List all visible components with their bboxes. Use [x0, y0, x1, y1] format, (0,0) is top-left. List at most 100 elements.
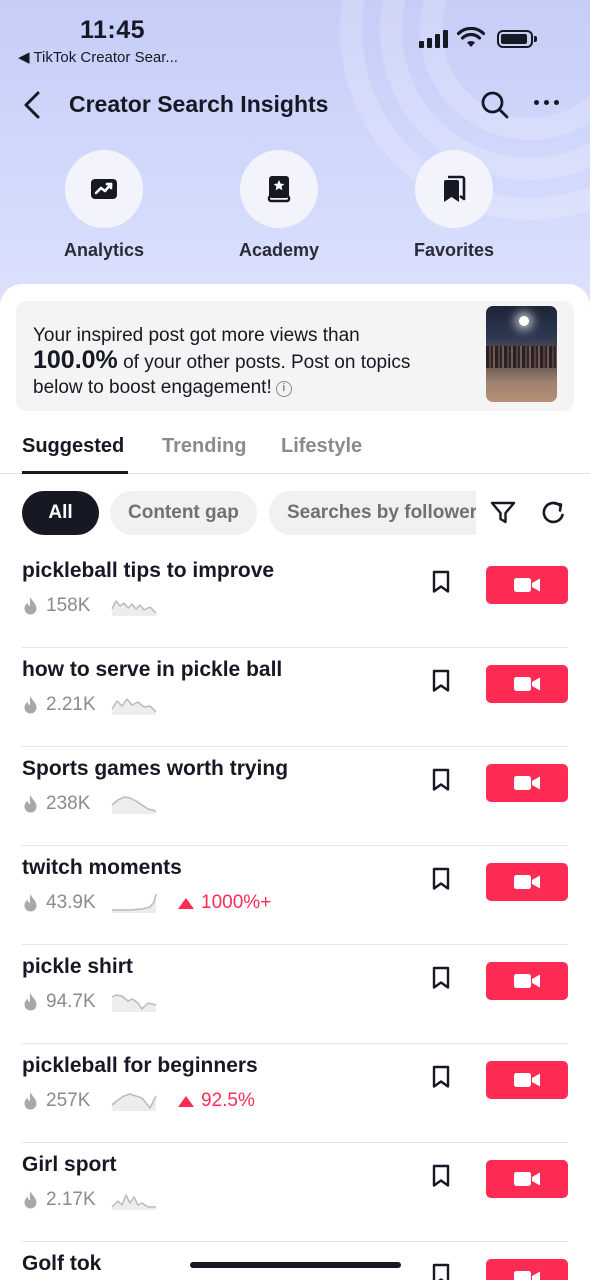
trend-sparkline	[112, 893, 157, 913]
up-triangle-icon	[178, 1095, 194, 1107]
flame-icon	[24, 1092, 37, 1110]
chip-all[interactable]: All	[22, 491, 99, 535]
trend-sparkline	[111, 1093, 157, 1111]
video-camera-icon	[514, 974, 540, 988]
search-volume: 238K	[46, 793, 91, 814]
topic-row[interactable]: Girl sport 2.17K	[0, 1143, 590, 1242]
bookmark-icon[interactable]	[431, 867, 451, 891]
tab-bar: Suggested Trending Lifestyle	[0, 429, 590, 474]
flame-icon	[24, 795, 37, 813]
tab-suggested[interactable]: Suggested	[22, 435, 124, 458]
video-camera-icon	[514, 578, 540, 592]
academy-shortcut[interactable]: Academy	[209, 150, 349, 261]
bookmark-icon[interactable]	[431, 966, 451, 990]
topic-row[interactable]: pickleball tips to improve 158K	[0, 549, 590, 648]
bookmark-icon[interactable]	[431, 1065, 451, 1089]
academy-label: Academy	[238, 240, 320, 260]
flame-icon	[24, 894, 37, 912]
chip-content-gap[interactable]: Content gap	[110, 491, 257, 535]
topic-meta: 158K	[22, 594, 160, 618]
insight-banner[interactable]: Your inspired post got more views than 1…	[16, 301, 574, 411]
growth-badge: 1000%+	[178, 892, 271, 914]
tab-lifestyle[interactable]: Lifestyle	[281, 435, 362, 458]
bookmark-icon[interactable]	[431, 1164, 451, 1188]
chevron-left-icon[interactable]	[20, 90, 44, 120]
search-volume: 2.17K	[46, 1189, 96, 1210]
create-video-button[interactable]	[486, 764, 568, 802]
topic-title: Golf tok	[22, 1252, 102, 1275]
search-volume: 257K	[46, 1090, 91, 1111]
more-icon[interactable]	[534, 100, 559, 105]
search-volume: 2.21K	[46, 694, 96, 715]
analytics-label: Analytics	[63, 240, 145, 260]
bookmarks-icon	[444, 175, 466, 202]
topic-meta: 2.21K	[22, 693, 160, 717]
back-to-app-link[interactable]: ◀ TikTok Creator Sear...	[18, 48, 178, 66]
video-camera-icon	[514, 1271, 540, 1280]
search-icon[interactable]	[480, 90, 510, 120]
favorites-label: Favorites	[413, 240, 495, 260]
create-video-button[interactable]	[486, 863, 568, 901]
topic-title: pickleball tips to improve	[22, 559, 275, 582]
video-camera-icon	[514, 1172, 540, 1186]
home-indicator[interactable]	[190, 1262, 401, 1268]
chip-searches-by-followers[interactable]: Searches by followers	[269, 491, 476, 535]
topic-row[interactable]: Sports games worth trying 238K	[0, 747, 590, 846]
topic-title: pickle shirt	[22, 955, 133, 978]
search-volume: 94.7K	[46, 991, 96, 1012]
growth-value: 92.5%	[201, 1090, 255, 1111]
content-sheet: Your inspired post got more views than 1…	[0, 284, 590, 1280]
topic-meta: 257K 92.5%	[22, 1089, 255, 1113]
status-time: 11:45	[80, 16, 146, 44]
growth-value: 1000%+	[201, 892, 272, 913]
trend-sparkline	[111, 796, 157, 814]
create-video-button[interactable]	[486, 962, 568, 1000]
flame-icon	[24, 597, 37, 615]
tab-trending[interactable]: Trending	[162, 435, 246, 458]
favorites-shortcut[interactable]: Favorites	[384, 150, 524, 261]
topic-row[interactable]: twitch moments 43.9K 1000%+	[0, 846, 590, 945]
bookmark-icon[interactable]	[431, 570, 451, 594]
insight-text: Your inspired post got more views than 1…	[33, 325, 411, 398]
bookmark-icon[interactable]	[431, 1263, 451, 1280]
video-camera-icon	[514, 875, 540, 889]
info-icon[interactable]: i	[275, 381, 292, 397]
filter-icon[interactable]	[490, 501, 516, 525]
status-bar: 11:45 ◀ TikTok Creator Sear...	[0, 0, 590, 72]
search-volume: 158K	[46, 595, 91, 616]
topic-title: Sports games worth trying	[22, 757, 289, 780]
flame-icon	[24, 696, 37, 714]
topic-meta: 43.9K 1000%+	[22, 891, 271, 915]
analytics-shortcut[interactable]: Analytics	[34, 150, 174, 261]
topic-row[interactable]: Golf tok	[0, 1242, 590, 1280]
topic-meta: 238K	[22, 792, 160, 816]
topic-row[interactable]: pickle shirt 94.7K	[0, 945, 590, 1044]
bookmark-icon[interactable]	[431, 669, 451, 693]
cellular-signal-icon	[419, 30, 448, 48]
topic-row[interactable]: how to serve in pickle ball 2.21K	[0, 648, 590, 747]
bookmark-icon[interactable]	[431, 768, 451, 792]
topic-title: twitch moments	[22, 856, 182, 879]
trend-sparkline	[111, 698, 157, 715]
topic-meta: 94.7K	[22, 990, 160, 1014]
create-video-button[interactable]	[486, 1259, 568, 1280]
topic-row[interactable]: pickleball for beginners 257K 92.5%	[0, 1044, 590, 1143]
trend-sparkline	[111, 600, 157, 616]
topic-title: Girl sport	[22, 1153, 117, 1176]
filter-chips: All Content gap Searches by followers	[0, 489, 590, 537]
refresh-icon[interactable]	[540, 499, 568, 527]
up-triangle-icon	[178, 897, 194, 909]
flame-icon	[24, 1191, 37, 1209]
topic-title: how to serve in pickle ball	[22, 658, 283, 681]
create-video-button[interactable]	[486, 1061, 568, 1099]
post-thumbnail[interactable]	[486, 306, 557, 402]
top-navigation: Creator Search Insights	[0, 82, 590, 128]
video-camera-icon	[514, 776, 540, 790]
video-camera-icon	[514, 677, 540, 691]
create-video-button[interactable]	[486, 566, 568, 604]
create-video-button[interactable]	[486, 1160, 568, 1198]
create-video-button[interactable]	[486, 665, 568, 703]
academy-book-icon	[267, 176, 291, 203]
topic-meta: 2.17K	[22, 1188, 160, 1212]
trend-sparkline	[111, 994, 157, 1012]
